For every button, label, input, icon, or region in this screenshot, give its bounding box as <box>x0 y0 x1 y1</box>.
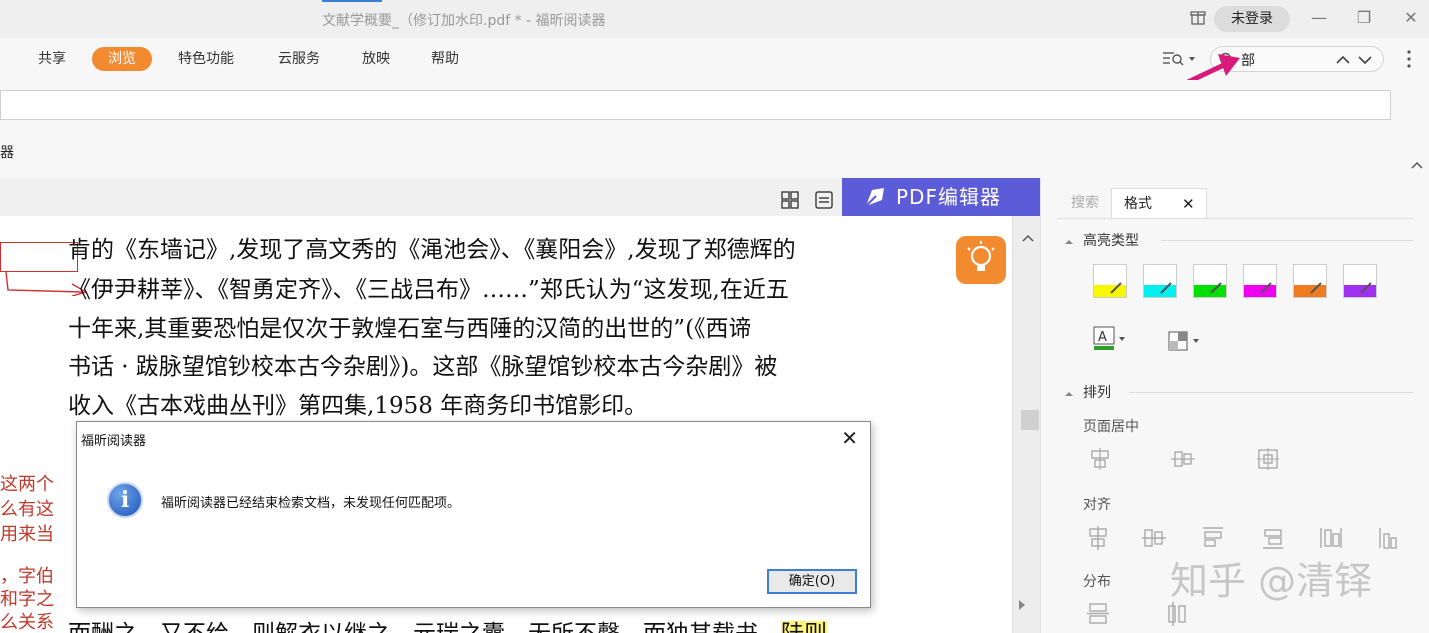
distribute-icons <box>1087 602 1187 626</box>
dialog-title: 福昕阅读器 <box>81 434 147 449</box>
margin-note: 么有这 <box>0 499 54 520</box>
pen-icon <box>1310 282 1322 294</box>
toolbar-field[interactable] <box>0 90 1391 120</box>
scroll-thumb[interactable] <box>1021 410 1039 430</box>
center-vertical-icon[interactable] <box>1171 448 1195 470</box>
pen-icon <box>862 184 888 210</box>
menu-share[interactable]: 共享 <box>38 48 66 68</box>
doc-text-line: 书话 · 跋脉望馆钞校本古今杂剧》)。这部《脉望馆钞校本古今杂剧》被 <box>68 354 778 380</box>
doc-text-line: 十年来,其重要恐怕是仅次于敦煌石室与西陲的汉简的出世的”(《西谛 <box>68 316 752 342</box>
collapse-highlight-icon[interactable] <box>1065 234 1073 244</box>
document-scrollbar[interactable] <box>1012 216 1040 633</box>
menu-cloud[interactable]: 云服务 <box>278 48 320 68</box>
margin-note: 这两个 <box>0 474 54 495</box>
toolbar-strip: 器 <box>0 80 1429 178</box>
search-highlight[interactable]: 陆则 <box>781 621 827 633</box>
distribute-label: 分布 <box>1083 574 1111 590</box>
pen-icon <box>1160 282 1172 294</box>
pen-icon <box>1360 282 1372 294</box>
toolbar-partial-label: 器 <box>0 145 14 161</box>
menu-bar: 共享 浏览 特色功能 云服务 放映 帮助 部 <box>0 38 1429 85</box>
grid-view-icon[interactable] <box>780 190 800 210</box>
source-watermark: 知乎 @清铎 <box>1170 559 1373 603</box>
pdf-editor-banner[interactable]: PDF编辑器 <box>842 178 1040 216</box>
info-icon: i <box>107 482 143 518</box>
close-tab-icon[interactable]: ✕ <box>1182 189 1195 219</box>
page-center-label: 页面居中 <box>1083 419 1139 435</box>
highlight-color-swatch[interactable] <box>1243 264 1277 298</box>
align-icons <box>1087 526 1407 550</box>
menu-features[interactable]: 特色功能 <box>178 48 234 68</box>
dialog-close-button[interactable]: ✕ <box>841 426 858 450</box>
collapse-arrange-icon[interactable] <box>1065 386 1073 396</box>
window-title: 文献学概要_（修订加水印.pdf * - 福昕阅读器 <box>322 13 606 29</box>
svg-text:A: A <box>1098 330 1107 345</box>
scroll-up-icon[interactable] <box>1021 232 1035 244</box>
highlight-color-swatch[interactable] <box>1293 264 1327 298</box>
dialog-message: 福昕阅读器已经结束检索文档，未发现任何匹配项。 <box>161 496 461 511</box>
doc-text-line: 肯的《东墙记》,发现了高文秀的《渑池会》、《襄阳会》,发现了郑德辉的 <box>68 237 796 263</box>
pen-icon <box>1260 282 1272 294</box>
pdf-editor-label: PDF编辑器 <box>896 185 1001 209</box>
collapse-ribbon-icon[interactable] <box>1410 158 1424 172</box>
menu-help[interactable]: 帮助 <box>431 48 459 68</box>
message-dialog: 福昕阅读器 ✕ i 福昕阅读器已经结束检索文档，未发现任何匹配项。 确定(O) <box>76 421 871 608</box>
annotation-box[interactable] <box>0 242 78 272</box>
title-bar: 文献学概要_（修订加水印.pdf * - 福昕阅读器 未登录 — ❐ ✕ <box>0 0 1429 38</box>
more-menu-icon[interactable] <box>1404 49 1414 69</box>
tab-format-label: 格式 <box>1124 196 1152 212</box>
gift-icon[interactable] <box>1190 9 1206 25</box>
tab-search[interactable]: 搜索 <box>1063 188 1107 218</box>
tab-format[interactable]: 格式 ✕ <box>1111 188 1207 218</box>
active-tab-indicator <box>322 0 382 2</box>
login-button[interactable]: 未登录 <box>1214 6 1290 32</box>
ok-button[interactable]: 确定(O) <box>767 569 857 594</box>
align-label: 对齐 <box>1083 497 1111 513</box>
doc-text-line: 收入《古本戏曲丛刊》第四集,1958 年商务印书馆影印。 <box>68 393 648 419</box>
center-both-icon[interactable] <box>1257 448 1279 470</box>
menu-browse[interactable]: 浏览 <box>92 47 152 71</box>
pen-icon <box>1110 282 1122 294</box>
center-horizontal-icon[interactable] <box>1089 448 1111 470</box>
menu-slideshow[interactable]: 放映 <box>362 48 390 68</box>
search-prev-icon[interactable] <box>1335 52 1351 68</box>
arrange-title: 排列 <box>1083 385 1111 401</box>
search-next-icon[interactable] <box>1357 52 1373 68</box>
highlight-color-swatch[interactable] <box>1343 264 1377 298</box>
tips-bulb-icon[interactable] <box>956 236 1006 284</box>
fill-style-icon[interactable] <box>1167 330 1203 352</box>
margin-note: 么关系 <box>0 612 54 633</box>
close-window-button[interactable]: ✕ <box>1397 6 1425 30</box>
text-color-icon[interactable]: A <box>1093 326 1129 352</box>
restore-button[interactable]: ❐ <box>1350 6 1378 30</box>
highlight-type-title: 高亮类型 <box>1083 233 1139 249</box>
margin-note: 用来当 <box>0 524 54 545</box>
minimize-button[interactable]: — <box>1305 6 1333 30</box>
highlight-color-swatch[interactable] <box>1143 264 1177 298</box>
doc-text-prefix: 而酬之。又不给，则解衣以继之。元瑞之囊，无所不罄，而独其载书， <box>68 621 781 633</box>
highlight-color-swatch[interactable] <box>1193 264 1227 298</box>
expand-panel-icon[interactable] <box>1017 598 1027 612</box>
highlight-color-swatch[interactable] <box>1093 264 1127 298</box>
doc-text-line-bottom: 而酬之。又不给，则解衣以继之。元瑞之囊，无所不罄，而独其载书，陆则 <box>68 614 827 633</box>
reflow-icon[interactable] <box>814 190 834 210</box>
pen-icon <box>1210 282 1222 294</box>
doc-text-line: 《伊尹耕莘》、《智勇定齐》、《三战吕布》……”郑氏认为“这发现,在近五 <box>68 277 789 303</box>
